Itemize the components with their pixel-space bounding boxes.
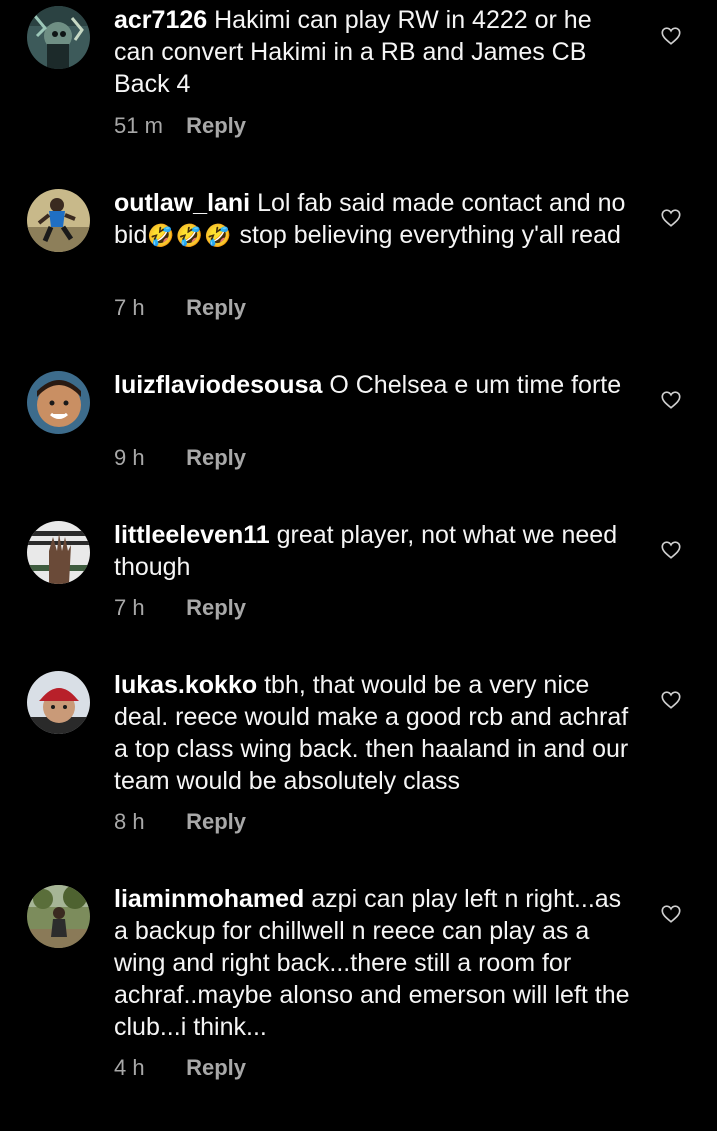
reply-button[interactable]: Reply	[186, 445, 246, 470]
avatar[interactable]	[27, 671, 90, 734]
comment-text: lukas.kokko tbh, that would be a very ni…	[114, 669, 634, 797]
comment-time: 9 h	[114, 445, 145, 470]
comment-meta: 4 h Reply	[114, 1055, 246, 1081]
reply-button[interactable]: Reply	[186, 113, 246, 138]
avatar-outdoor-icon	[27, 885, 90, 948]
comment-username[interactable]: littleeleven11	[114, 521, 270, 549]
reply-button[interactable]: Reply	[186, 809, 246, 834]
comment-meta: 7 h Reply	[114, 595, 246, 621]
avatar[interactable]	[27, 6, 90, 69]
avatar-cap-icon	[27, 671, 90, 734]
comment-body: O Chelsea e um time forte	[329, 371, 622, 399]
comment-text: littleeleven11 great player, not what we…	[114, 519, 634, 583]
avatar[interactable]	[27, 521, 90, 584]
like-heart-icon[interactable]	[660, 539, 682, 561]
comment-text: acr7126 Hakimi can play RW in 4222 or he…	[114, 4, 634, 100]
emoji-laughing: 🤣🤣🤣	[147, 224, 233, 249]
comment-meta: 7 h Reply	[114, 295, 246, 321]
reply-button[interactable]: Reply	[186, 595, 246, 620]
reply-button[interactable]: Reply	[186, 1055, 246, 1080]
comment-time: 7 h	[114, 295, 145, 320]
avatar[interactable]	[27, 371, 90, 434]
comment-username[interactable]: lukas.kokko	[114, 671, 257, 699]
comment-time: 4 h	[114, 1055, 145, 1080]
like-heart-icon[interactable]	[660, 207, 682, 229]
avatar-graffiti-icon	[27, 6, 90, 69]
comment-meta: 8 h Reply	[114, 809, 246, 835]
avatar-hand-icon	[27, 521, 90, 584]
comment-username[interactable]: luizflaviodesousa	[114, 371, 322, 399]
like-heart-icon[interactable]	[660, 25, 682, 47]
comment-username[interactable]: outlaw_lani	[114, 189, 250, 217]
comment-text: liaminmohamed azpi can play left n right…	[114, 883, 634, 1043]
comment-username[interactable]: liaminmohamed	[114, 885, 304, 913]
comment-body-continued: stop believing everything y'all read	[232, 221, 621, 249]
avatar-player-icon	[27, 189, 90, 252]
comment-meta: 9 h Reply	[114, 445, 246, 471]
comment-time: 51 m	[114, 113, 163, 138]
like-heart-icon[interactable]	[660, 389, 682, 411]
avatar-child-icon	[27, 371, 90, 434]
like-heart-icon[interactable]	[660, 689, 682, 711]
comment-username[interactable]: acr7126	[114, 6, 207, 34]
comment-text: outlaw_lani Lol fab said made contact an…	[114, 187, 634, 253]
avatar[interactable]	[27, 189, 90, 252]
comment-time: 8 h	[114, 809, 145, 834]
comment-text: luizflaviodesousa O Chelsea e um time fo…	[114, 369, 634, 401]
avatar[interactable]	[27, 885, 90, 948]
comment-meta: 51 m Reply	[114, 113, 246, 139]
reply-button[interactable]: Reply	[186, 295, 246, 320]
comment-time: 7 h	[114, 595, 145, 620]
like-heart-icon[interactable]	[660, 903, 682, 925]
